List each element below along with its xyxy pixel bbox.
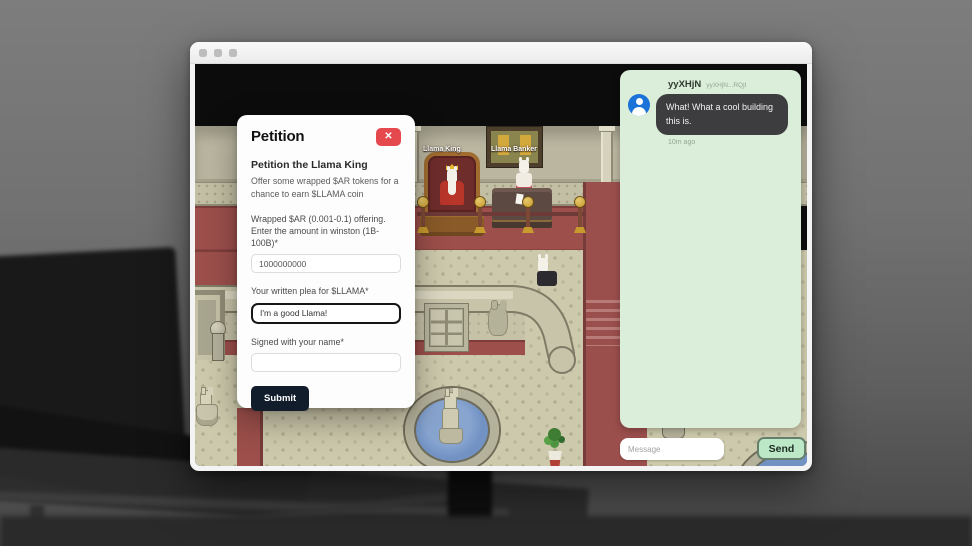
window-control-zoom-icon[interactable] <box>229 48 237 57</box>
chat-wallet-address: yyXHjN...RQjI <box>706 82 747 89</box>
chat-timestamp: 10m ago <box>668 139 696 146</box>
llama-king-label: Llama King <box>423 146 461 153</box>
amount-field-label: Wrapped $AR (0.001-0.1) offering. Enter … <box>251 213 386 249</box>
statue-body <box>442 408 459 430</box>
visitor-llama-sprite[interactable] <box>536 254 558 290</box>
railing-post <box>418 197 428 230</box>
submit-button[interactable]: Submit <box>251 386 310 412</box>
plea-field-label: Your written plea for $LLAMA* <box>251 286 369 297</box>
petition-modal: Petition ✕ Petition the Llama King Offer… <box>237 115 415 412</box>
llama-king-body <box>440 181 464 205</box>
lower-left-red-wall <box>237 408 263 466</box>
chat-user-row: yyXHjN yyXHjN...RQjI <box>668 79 793 90</box>
plant-pot <box>548 451 562 466</box>
backdrop-floor-shadow <box>0 516 972 546</box>
newel-post <box>210 322 226 362</box>
railing-bar <box>417 212 585 216</box>
signature-input[interactable] <box>251 353 401 373</box>
window-control-minimize-icon[interactable] <box>214 48 222 57</box>
visitor-llama-body <box>537 271 557 286</box>
banker-desk <box>492 188 552 228</box>
llama-banker-head <box>519 157 529 173</box>
amount-input[interactable] <box>251 254 401 274</box>
modal-header: Petition ✕ <box>251 128 401 146</box>
chat-message-input[interactable] <box>620 438 724 460</box>
send-button[interactable]: Send <box>757 437 806 460</box>
chat-username: yyXHjN <box>668 79 702 90</box>
game-viewport[interactable]: Llama King Llama Banker yyXHjN yyXHjN...… <box>195 64 807 466</box>
app-window: Llama King Llama Banker yyXHjN yyXHjN...… <box>190 42 812 471</box>
llama-statue <box>196 387 218 450</box>
window-titlebar[interactable] <box>190 42 812 64</box>
left-carpet-band <box>195 250 240 287</box>
modal-title: Petition <box>251 128 305 145</box>
chat-panel: yyXHjN yyXHjN...RQjI What! What a cool b… <box>620 70 801 428</box>
llama-relief <box>488 300 508 336</box>
ledge-window <box>425 304 468 351</box>
potted-plant <box>543 426 567 466</box>
stairs <box>586 300 624 346</box>
close-icon[interactable]: ✕ <box>376 128 401 146</box>
chat-message-row: What! What a cool building this is. <box>628 94 793 135</box>
name-field-label: Signed with your name* <box>251 336 344 347</box>
petition-description: Offer some wrapped $AR tokens for a chan… <box>251 176 399 199</box>
desktop-backdrop: Llama King Llama Banker yyXHjN yyXHjN...… <box>0 0 972 546</box>
visitor-llama-head <box>538 254 548 272</box>
window-control-close-icon[interactable] <box>199 48 207 57</box>
statue-pedestal <box>196 404 218 426</box>
railing-post <box>575 197 585 230</box>
fountain-llama-statue <box>438 388 464 448</box>
llama-king-sprite[interactable] <box>438 164 466 216</box>
statue-base <box>439 428 463 444</box>
llama-banker-label: Llama Banker <box>491 146 537 153</box>
plea-input[interactable] <box>251 302 401 324</box>
wall-pilaster <box>599 126 615 182</box>
petition-heading: Petition the Llama King <box>251 159 368 171</box>
railing-post <box>475 197 485 230</box>
throne <box>420 152 484 238</box>
railing-post <box>523 197 533 230</box>
chat-message-bubble: What! What a cool building this is. <box>656 94 788 135</box>
user-avatar-icon[interactable] <box>628 94 650 116</box>
